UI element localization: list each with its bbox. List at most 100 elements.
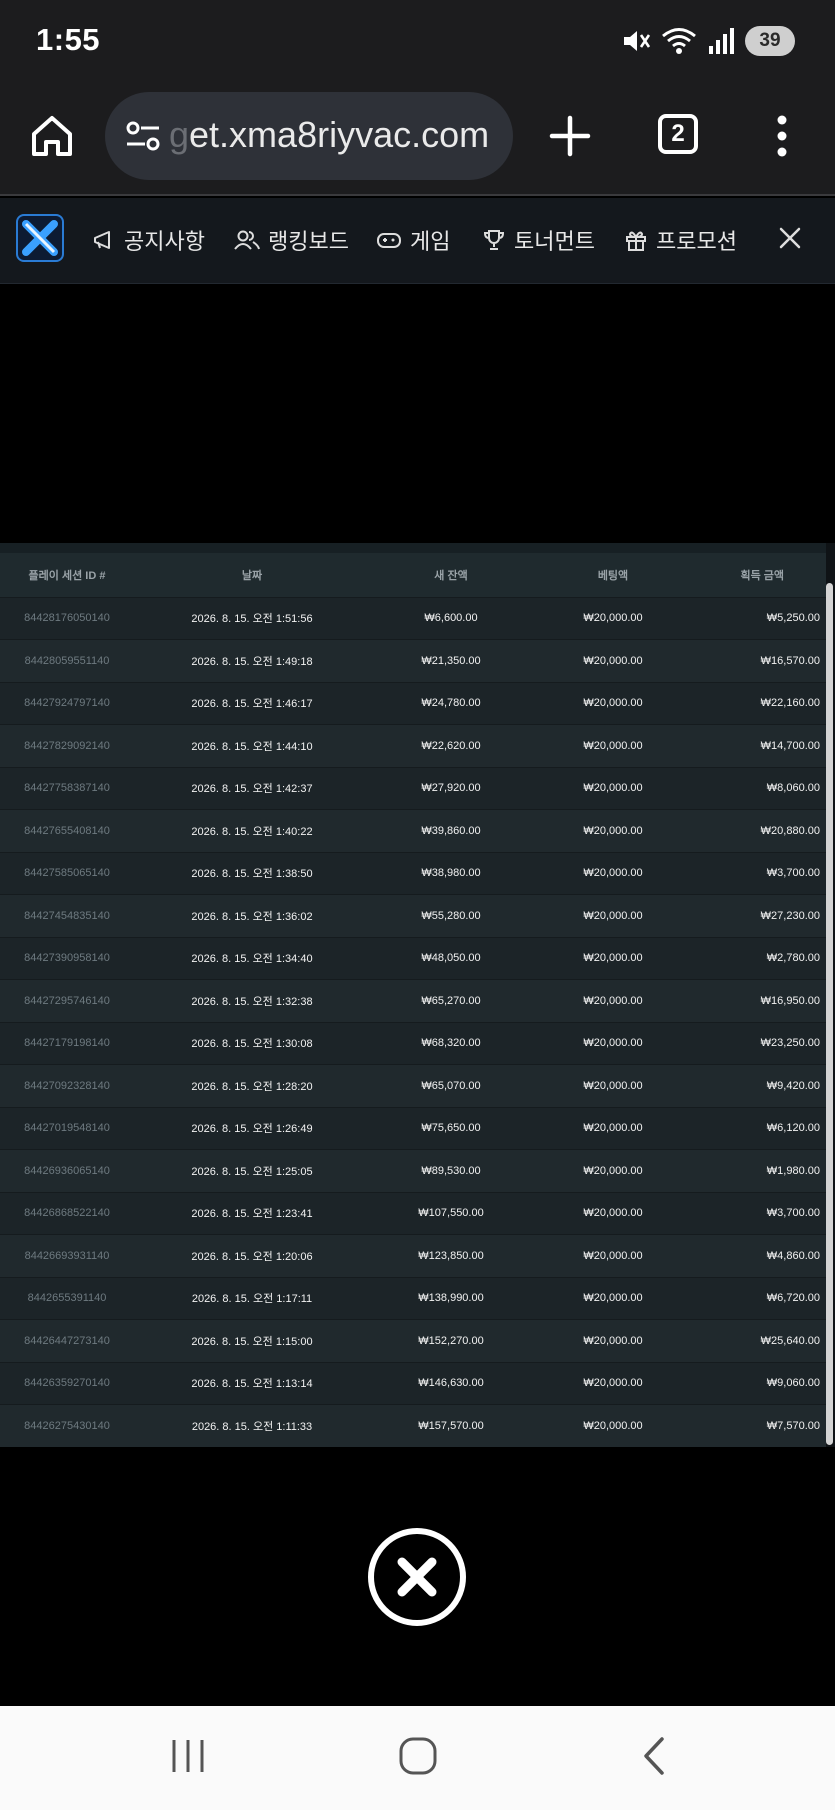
cell-bet-amount: ₩20,000.00 — [583, 1122, 643, 1135]
tab-switcher-button[interactable]: 2 — [658, 114, 698, 154]
table-row[interactable]: 84426359270140 2026. 8. 15. 오전 1:13:14 ₩14… — [0, 1362, 826, 1405]
cell-date: 2026. 8. 15. 오전 1:32:38 — [191, 995, 313, 1008]
cell-bet-amount: ₩20,000.00 — [583, 1249, 643, 1262]
cell-session-id: 84427924797140 — [24, 697, 110, 710]
site-logo[interactable] — [16, 214, 64, 262]
table-row[interactable]: 84427758387140 2026. 8. 15. 오전 1:42:37 ₩27… — [0, 767, 826, 810]
site-navigation: 공지사항 랭킹보드 게임 토너먼트 프로모션 — [0, 198, 835, 284]
cell-date: 2026. 8. 15. 오전 1:51:56 — [191, 613, 313, 626]
history-table-panel: 플레이 세션 ID # 날짜 새 잔액 베팅액 획득 금액 8442817605… — [0, 543, 826, 1447]
cell-bet-amount: ₩20,000.00 — [583, 697, 643, 710]
cell-date: 2026. 8. 15. 오전 1:26:49 — [191, 1123, 313, 1136]
cell-date: 2026. 8. 15. 오전 1:30:08 — [191, 1038, 313, 1051]
cell-session-id: 84427829092140 — [24, 739, 110, 752]
android-home-icon[interactable] — [398, 1736, 438, 1776]
cell-new-balance: ₩24,780.00 — [421, 697, 481, 710]
scrollbar-thumb[interactable] — [826, 583, 833, 1445]
table-row[interactable]: 84427655408140 2026. 8. 15. 오전 1:40:22 ₩39… — [0, 809, 826, 852]
cell-win-amount: ₩6,720.00 — [766, 1292, 820, 1305]
nav-item-promotion[interactable]: 프로모션 — [624, 224, 737, 256]
cell-bet-amount: ₩20,000.00 — [583, 654, 643, 667]
table-row[interactable]: 84426447273140 2026. 8. 15. 오전 1:15:00 ₩15… — [0, 1319, 826, 1362]
cell-session-id: 84427295746140 — [24, 994, 110, 1007]
close-modal-button[interactable] — [368, 1528, 466, 1626]
cell-bet-amount: ₩20,000.00 — [583, 1207, 643, 1220]
cell-bet-amount: ₩20,000.00 — [583, 739, 643, 752]
table-row[interactable]: 84426693931140 2026. 8. 15. 오전 1:20:06 ₩12… — [0, 1234, 826, 1277]
cell-bet-amount: ₩20,000.00 — [583, 909, 643, 922]
cell-new-balance: ₩89,530.00 — [421, 1164, 481, 1177]
url-text[interactable]: get.xma8riyvac.com — [169, 114, 489, 156]
cell-bet-amount: ₩20,000.00 — [583, 952, 643, 965]
cell-bet-amount: ₩20,000.00 — [583, 994, 643, 1007]
header-win-amount: 획득 금액 — [740, 569, 784, 582]
nav-label-promotion: 프로모션 — [656, 229, 737, 254]
cell-new-balance: ₩65,270.00 — [421, 994, 481, 1007]
url-faded-prefix: g — [169, 114, 190, 155]
cell-session-id: 84427092328140 — [24, 1079, 110, 1092]
trophy-icon — [483, 230, 505, 250]
nav-item-notice[interactable]: 공지사항 — [92, 224, 205, 256]
cell-new-balance: ₩146,630.00 — [418, 1377, 484, 1390]
recent-apps-icon[interactable] — [168, 1736, 208, 1776]
cell-win-amount: ₩4,860.00 — [766, 1249, 820, 1262]
table-body: 84428176050140 2026. 8. 15. 오전 1:51:56 ₩6,… — [0, 597, 826, 1447]
cell-new-balance: ₩21,350.00 — [421, 654, 481, 667]
nav-label-ranking: 랭킹보드 — [268, 229, 349, 254]
cell-new-balance: ₩65,070.00 — [421, 1079, 481, 1092]
status-bar: 1:55 39 — [0, 0, 835, 82]
site-settings-icon[interactable] — [123, 116, 163, 156]
table-row[interactable]: 84427179198140 2026. 8. 15. 오전 1:30:08 ₩68… — [0, 1022, 826, 1065]
cell-date: 2026. 8. 15. 오전 1:49:18 — [191, 655, 313, 668]
status-icons: 39 — [621, 24, 795, 58]
header-date: 날짜 — [241, 569, 263, 582]
table-row[interactable]: 84427092328140 2026. 8. 15. 오전 1:28:20 ₩65… — [0, 1064, 826, 1107]
table-row[interactable]: 84426275430140 2026. 8. 15. 오전 1:11:33 ₩15… — [0, 1404, 826, 1447]
cell-win-amount: ₩22,160.00 — [760, 697, 820, 710]
logo-x-icon — [22, 220, 58, 256]
close-icon[interactable] — [776, 224, 804, 252]
cell-new-balance: ₩6,600.00 — [424, 612, 478, 625]
table-row[interactable]: 84428176050140 2026. 8. 15. 오전 1:51:56 ₩6,… — [0, 597, 826, 640]
cell-session-id: 84426275430140 — [24, 1420, 110, 1432]
nav-item-tournament[interactable]: 토너먼트 — [482, 224, 595, 256]
cell-bet-amount: ₩20,000.00 — [583, 824, 643, 837]
cell-date: 2026. 8. 15. 오전 1:42:37 — [191, 783, 313, 796]
nav-label-notice: 공지사항 — [124, 229, 205, 254]
table-row[interactable]: 84428059551140 2026. 8. 15. 오전 1:49:18 ₩21… — [0, 639, 826, 682]
cell-session-id: 84427454835140 — [24, 909, 110, 922]
cell-win-amount: ₩7,570.00 — [766, 1420, 820, 1432]
new-tab-icon[interactable] — [546, 112, 594, 160]
table-row[interactable]: 84427585065140 2026. 8. 15. 오전 1:38:50 ₩38… — [0, 852, 826, 895]
nav-item-ranking[interactable]: 랭킹보드 — [234, 224, 349, 256]
address-bar[interactable]: get.xma8riyvac.com — [105, 92, 513, 180]
cell-new-balance: ₩39,860.00 — [421, 824, 481, 837]
signal-icon — [709, 28, 734, 54]
table-row[interactable]: 84426868522140 2026. 8. 15. 오전 1:23:41 ₩10… — [0, 1192, 826, 1235]
nav-item-games[interactable]: 게임 — [376, 224, 450, 256]
megaphone-icon — [94, 231, 110, 249]
table-row[interactable]: 84427295746140 2026. 8. 15. 오전 1:32:38 ₩65… — [0, 979, 826, 1022]
table-row[interactable]: 84426936065140 2026. 8. 15. 오전 1:25:05 ₩89… — [0, 1149, 826, 1192]
cell-date: 2026. 8. 15. 오전 1:38:50 — [191, 868, 313, 881]
cell-win-amount: ₩16,950.00 — [760, 994, 820, 1007]
cell-date: 2026. 8. 15. 오전 1:13:14 — [191, 1378, 313, 1391]
back-icon[interactable] — [634, 1736, 674, 1776]
cell-win-amount: ₩16,570.00 — [760, 654, 820, 667]
cell-new-balance: ₩123,850.00 — [418, 1249, 484, 1262]
table-row[interactable]: 84427829092140 2026. 8. 15. 오전 1:44:10 ₩22… — [0, 724, 826, 767]
home-icon[interactable] — [28, 112, 76, 160]
cell-win-amount: ₩8,060.00 — [766, 782, 820, 795]
table-row[interactable]: 84427390958140 2026. 8. 15. 오전 1:34:40 ₩48… — [0, 937, 826, 980]
table-row[interactable]: 84427019548140 2026. 8. 15. 오전 1:26:49 ₩75… — [0, 1107, 826, 1150]
more-menu-icon[interactable] — [770, 112, 794, 160]
cell-bet-amount: ₩20,000.00 — [583, 1037, 643, 1050]
table-row[interactable]: 84427454835140 2026. 8. 15. 오전 1:36:02 ₩55… — [0, 894, 826, 937]
cell-date: 2026. 8. 15. 오전 1:40:22 — [191, 825, 313, 838]
cell-session-id: 84427390958140 — [24, 952, 110, 965]
table-top-strip — [0, 543, 826, 553]
table-row[interactable]: 8442655391140 2026. 8. 15. 오전 1:17:11 ₩138… — [0, 1277, 826, 1320]
table-row[interactable]: 84427924797140 2026. 8. 15. 오전 1:46:17 ₩24… — [0, 682, 826, 725]
android-navigation-bar — [0, 1706, 835, 1810]
browser-toolbar: get.xma8riyvac.com 2 — [0, 82, 835, 196]
